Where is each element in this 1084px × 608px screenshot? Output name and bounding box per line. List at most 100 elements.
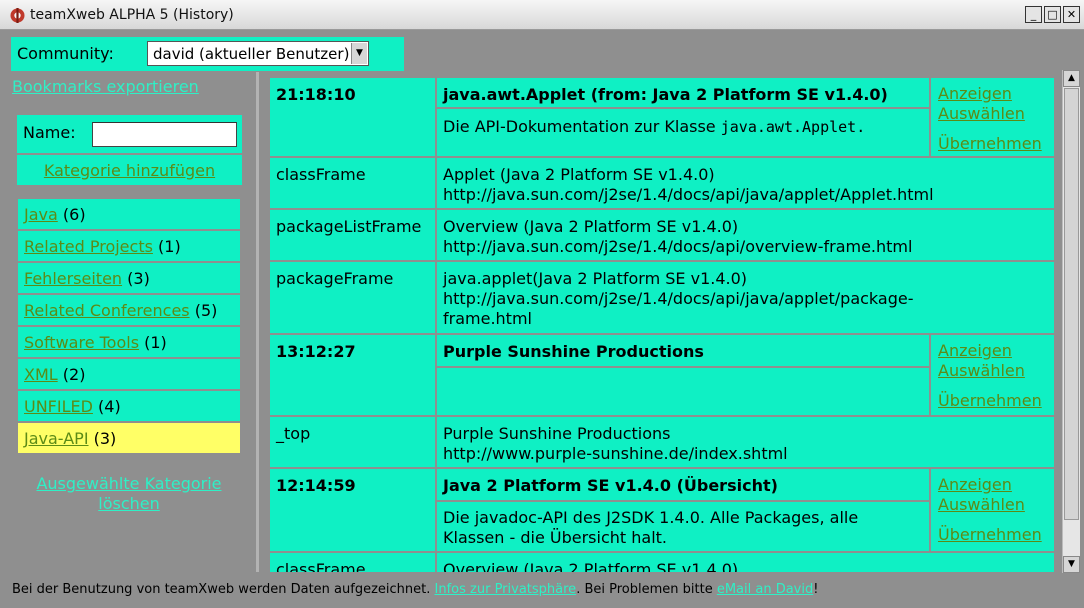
close-button[interactable]: ✕ — [1063, 6, 1080, 23]
entry-description-code: java.awt.Applet. — [720, 118, 866, 136]
show-link[interactable]: Anzeigen — [938, 341, 1048, 361]
footer-text: Bei der Benutzung von teamXweb werden Da… — [12, 582, 431, 597]
entry-title-cell: Java 2 Platform SE v1.4.0 (Übersicht) — [437, 469, 929, 500]
frame-title: java.applet(Java 2 Platform SE v1.4.0) — [443, 269, 748, 288]
category-link[interactable]: Java-API — [24, 429, 89, 448]
frame-url: http://java.sun.com/j2se/1.4/docs/api/ja… — [443, 289, 914, 308]
category-count: (1) — [158, 237, 181, 256]
category-link[interactable]: Related Conferences — [24, 301, 190, 320]
frame-url: http://java.sun.com/j2se/1.4/docs/api/ov… — [443, 237, 913, 256]
category-name-input[interactable] — [92, 122, 237, 147]
category-link[interactable]: Fehlerseiten — [24, 269, 122, 288]
category-count: (6) — [62, 205, 86, 224]
entry-time: 13:12:27 — [276, 342, 356, 361]
delete-category-link[interactable]: Ausgewählte Kategorie löschen — [18, 474, 240, 514]
add-category-link[interactable]: Kategorie hinzufügen — [44, 161, 215, 180]
community-label: Community: — [17, 44, 114, 63]
frame-name: classFrame — [276, 165, 366, 184]
select-link[interactable]: Auswählen — [938, 361, 1048, 381]
entry-description-cell: Die javadoc-API des J2SDK 1.4.0. Alle Pa… — [437, 502, 929, 551]
footer-text: . Bei Problemen bitte — [576, 582, 713, 597]
app-icon — [10, 8, 25, 23]
select-link[interactable]: Auswählen — [938, 495, 1048, 515]
category-item-java: Java (6) — [18, 199, 240, 229]
scroll-up-arrow-icon[interactable]: ▲ — [1063, 70, 1080, 87]
dropdown-arrow-icon[interactable]: ▼ — [351, 43, 367, 64]
entry-description-cell — [437, 368, 929, 415]
category-name-box: Name: — [17, 115, 242, 153]
title-bar: teamXweb ALPHA 5 (History) _ □ ✕ — [0, 0, 1084, 30]
category-link[interactable]: Related Projects — [24, 237, 153, 256]
category-link[interactable]: Java — [24, 205, 58, 224]
entry-time: 21:18:10 — [276, 85, 356, 104]
category-count: (1) — [144, 333, 167, 352]
category-item-software-tools: Software Tools (1) — [18, 327, 240, 357]
scroll-down-arrow-icon[interactable]: ▼ — [1063, 556, 1080, 573]
add-category-cell: Kategorie hinzufügen — [17, 155, 242, 185]
window-title: teamXweb ALPHA 5 (History) — [30, 7, 234, 23]
category-item-xml: XML (2) — [18, 359, 240, 389]
email-link[interactable]: eMail an David — [717, 582, 813, 597]
community-select[interactable]: david (aktueller Benutzer) ▼ — [147, 41, 369, 66]
entry-title-cell: Purple Sunshine Productions — [437, 335, 929, 366]
frame-name-cell: packageFrame — [270, 262, 435, 333]
frame-title: Purple Sunshine Productions — [443, 424, 671, 443]
delete-category-line-2[interactable]: löschen — [18, 494, 240, 514]
entry-description: Die javadoc-API des J2SDK 1.4.0. Alle Pa… — [443, 508, 859, 527]
community-bar: Community: david (aktueller Benutzer) ▼ — [11, 37, 404, 71]
export-bookmarks-link[interactable]: Bookmarks exportieren — [12, 77, 199, 96]
entry-time: 12:14:59 — [276, 476, 356, 495]
category-count: (2) — [62, 365, 86, 384]
entry-description-cell: Die API-Dokumentation zur Klasse java.aw… — [437, 109, 929, 156]
entry-title: java.awt.Applet (from: Java 2 Platform S… — [443, 85, 888, 104]
frame-name: packageListFrame — [276, 217, 422, 236]
category-link[interactable]: Software Tools — [24, 333, 139, 352]
frame-info-cell: Overview (Java 2 Platform SE v1.4.0) htt… — [437, 210, 1054, 260]
entry-actions-cell: Anzeigen Auswählen Übernehmen — [931, 78, 1054, 156]
minimize-button[interactable]: _ — [1025, 6, 1042, 23]
category-item-unfiled: UNFILED (4) — [18, 391, 240, 421]
show-link[interactable]: Anzeigen — [938, 84, 1048, 104]
frame-name: _top — [276, 424, 311, 443]
entry-title-cell: java.awt.Applet (from: Java 2 Platform S… — [437, 78, 929, 107]
apply-link[interactable]: Übernehmen — [938, 391, 1048, 411]
name-label: Name: — [23, 123, 76, 142]
entry-description: Die API-Dokumentation zur Klasse — [443, 117, 716, 136]
privacy-link[interactable]: Infos zur Privatsphäre — [435, 582, 577, 597]
category-link[interactable]: UNFILED — [24, 397, 93, 416]
pane-divider[interactable] — [256, 72, 259, 572]
select-link[interactable]: Auswählen — [938, 104, 1048, 124]
frame-url-continued: frame.html — [443, 309, 532, 328]
scrollbar-thumb[interactable] — [1064, 88, 1079, 520]
delete-category-line-1[interactable]: Ausgewählte Kategorie — [18, 474, 240, 494]
category-link[interactable]: XML — [24, 365, 58, 384]
entry-time-cell: 12:14:59 — [270, 469, 435, 551]
frame-title: Overview (Java 2 Platform SE v1.4.0) — [443, 560, 739, 572]
footer: Bei der Benutzung von teamXweb werden Da… — [12, 582, 818, 597]
frame-info-cell: Purple Sunshine Productions http://www.p… — [437, 417, 1054, 467]
category-item-related-projects: Related Projects (1) — [18, 231, 240, 261]
entry-title: Java 2 Platform SE v1.4.0 (Übersicht) — [443, 476, 778, 495]
frame-title: Overview (Java 2 Platform SE v1.4.0) — [443, 217, 739, 236]
frame-name: packageFrame — [276, 269, 394, 288]
category-count: (3) — [127, 269, 150, 288]
entry-time-cell: 13:12:27 — [270, 335, 435, 415]
frame-name-cell: classFrame — [270, 553, 435, 572]
apply-link[interactable]: Übernehmen — [938, 134, 1048, 154]
frame-name-cell: classFrame — [270, 158, 435, 208]
frame-url: http://java.sun.com/j2se/1.4/docs/api/ja… — [443, 185, 934, 204]
frame-name-cell: packageListFrame — [270, 210, 435, 260]
maximize-button[interactable]: □ — [1044, 6, 1061, 23]
apply-link[interactable]: Übernehmen — [938, 525, 1048, 545]
category-item-java-api: Java-API (3) — [18, 423, 240, 453]
vertical-scrollbar[interactable]: ▲ ▼ — [1062, 70, 1080, 573]
show-link[interactable]: Anzeigen — [938, 475, 1048, 495]
entry-title: Purple Sunshine Productions — [443, 342, 704, 361]
entry-time-cell: 21:18:10 — [270, 78, 435, 156]
category-count: (4) — [98, 397, 121, 416]
category-item-related-conferences: Related Conferences (5) — [18, 295, 240, 325]
frame-name-cell: _top — [270, 417, 435, 467]
category-count: (3) — [93, 429, 117, 448]
frame-url: http://www.purple-sunshine.de/index.shtm… — [443, 444, 788, 463]
entry-actions-cell: Anzeigen Auswählen Übernehmen — [931, 335, 1054, 415]
